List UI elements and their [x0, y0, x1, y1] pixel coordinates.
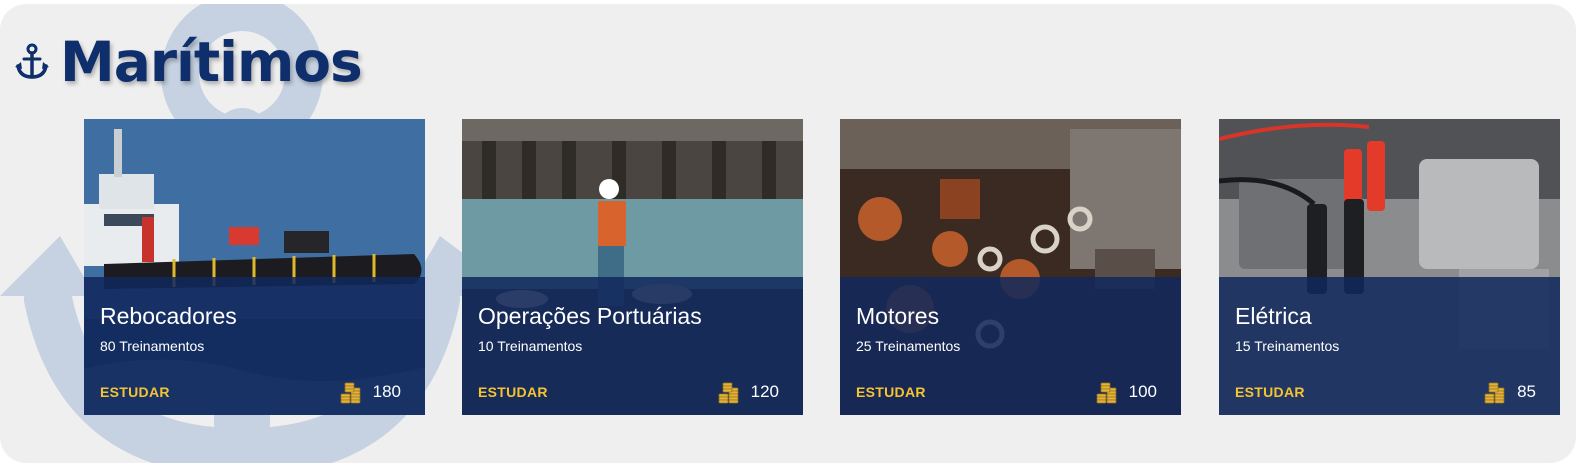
- anchor-icon: [15, 43, 49, 79]
- card-title: Operações Portuárias: [478, 303, 702, 329]
- section-header: Marítimos: [14, 30, 363, 94]
- training-count: 25 Treinamentos: [856, 338, 961, 354]
- course-card-motores[interactable]: Motores 25 Treinamentos ESTUDAR 100: [840, 119, 1181, 415]
- coins-value: 120: [750, 382, 779, 401]
- course-card-eletrica[interactable]: Elétrica 15 Treinamentos ESTUDAR 85: [1219, 119, 1560, 415]
- course-card-rebocadores[interactable]: Rebocadores 80 Treinamentos ESTUDAR 180: [84, 119, 425, 415]
- coins-reward: 180: [339, 380, 401, 404]
- card-title: Elétrica: [1235, 303, 1312, 329]
- training-count: 80 Treinamentos: [100, 338, 205, 354]
- coins-icon: [340, 382, 361, 404]
- study-button[interactable]: ESTUDAR: [856, 384, 926, 400]
- coins-icon: [1096, 382, 1117, 404]
- study-button[interactable]: ESTUDAR: [478, 384, 548, 400]
- study-button[interactable]: ESTUDAR: [100, 384, 170, 400]
- coins-reward: 85: [1483, 380, 1536, 404]
- card-title: Motores: [856, 303, 940, 329]
- training-count: 10 Treinamentos: [478, 338, 583, 354]
- card-title: Rebocadores: [100, 303, 237, 329]
- coins-icon: [1484, 382, 1505, 404]
- course-card-operacoes-portuarias[interactable]: Operações Portuárias 10 Treinamentos EST…: [462, 119, 803, 415]
- training-count: 15 Treinamentos: [1235, 338, 1340, 354]
- coins-value: 85: [1517, 382, 1536, 401]
- section-title: Marítimos: [60, 30, 363, 94]
- category-panel: Marítimos Rebocadores 80 Treinamentos ES…: [0, 4, 1576, 463]
- coins-reward: 100: [1095, 380, 1157, 404]
- coins-reward: 120: [717, 380, 779, 404]
- coins-value: 100: [1128, 382, 1157, 401]
- coins-icon: [718, 382, 739, 404]
- study-button[interactable]: ESTUDAR: [1235, 384, 1305, 400]
- coins-value: 180: [372, 382, 401, 401]
